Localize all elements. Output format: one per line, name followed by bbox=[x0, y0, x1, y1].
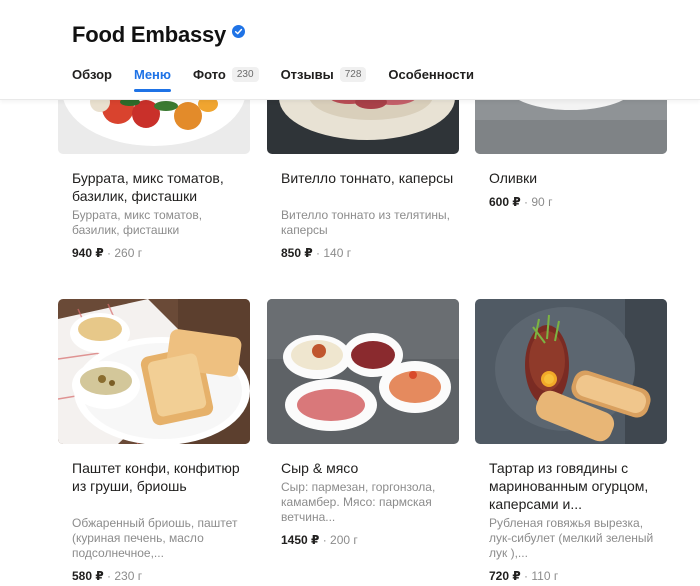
dish-weight: · 90 г bbox=[520, 195, 553, 209]
tab-label: Отзывы bbox=[280, 66, 334, 82]
tab-label: Обзор bbox=[72, 66, 112, 82]
dish-price: 1450 ₽ bbox=[281, 533, 320, 547]
title-row: Food Embassy bbox=[72, 22, 246, 48]
page-title: Food Embassy bbox=[72, 22, 227, 47]
dish-price-weight: 1450 ₽ · 200 г bbox=[281, 533, 358, 547]
tab-label: Меню bbox=[134, 66, 172, 82]
dish-price: 580 ₽ bbox=[72, 569, 104, 583]
active-tab-indicator bbox=[134, 89, 172, 92]
tab-features[interactable]: Особенности bbox=[388, 64, 474, 84]
tab-label: Фото bbox=[193, 66, 226, 82]
page-header: Food Embassy Обзор Меню Фото 230 Отзывы … bbox=[0, 0, 700, 100]
tab-bar: Обзор Меню Фото 230 Отзывы 728 Особеннос… bbox=[72, 64, 496, 92]
dish-price-weight: 580 ₽ · 230 г bbox=[72, 569, 142, 583]
dish-price: 940 ₽ bbox=[72, 246, 104, 260]
dish-price-weight: 940 ₽ · 260 г bbox=[72, 246, 142, 260]
dish-weight: · 230 г bbox=[103, 569, 143, 583]
dish-price: 850 ₽ bbox=[281, 246, 313, 260]
tab-reviews[interactable]: Отзывы 728 bbox=[281, 64, 367, 84]
dish-name[interactable]: Вителло тоннато, каперсы bbox=[281, 169, 456, 187]
tab-menu[interactable]: Меню bbox=[134, 64, 172, 92]
dish-price-weight: 720 ₽ · 110 г bbox=[489, 569, 558, 583]
dish-photo[interactable] bbox=[267, 299, 459, 444]
dish-description: Вителло тоннато из телятины, каперсы bbox=[281, 208, 451, 237]
dish-weight: · 140 г bbox=[312, 246, 352, 260]
dish-weight: · 200 г bbox=[319, 533, 358, 547]
tab-overview[interactable]: Обзор bbox=[72, 64, 112, 84]
dish-price: 720 ₽ bbox=[489, 569, 521, 583]
dish-description: Сыр: пармезан, горгонзола, камамбер. Мяс… bbox=[281, 480, 436, 524]
verified-icon bbox=[232, 24, 246, 38]
tab-count-badge: 728 bbox=[339, 66, 367, 82]
dish-name[interactable]: Оливки bbox=[489, 169, 664, 187]
dish-description: Рубленая говяжья вырезка, лук-сибулет (м… bbox=[489, 516, 654, 560]
dish-weight: · 110 г bbox=[520, 569, 559, 583]
tab-label: Особенности bbox=[388, 66, 474, 82]
dish-weight: · 260 г bbox=[103, 246, 143, 260]
tab-count-badge: 230 bbox=[231, 66, 259, 82]
dish-name[interactable]: Паштет конфи, конфитюр из груши, бриошь bbox=[72, 459, 247, 495]
dish-photo[interactable] bbox=[475, 299, 667, 444]
dish-name[interactable]: Буррата, микс томатов, базилик, фисташки bbox=[72, 169, 247, 205]
dish-name[interactable]: Сыр & мясо bbox=[281, 459, 456, 477]
tab-photos[interactable]: Фото 230 bbox=[193, 64, 259, 84]
dish-photo[interactable] bbox=[58, 299, 250, 444]
dish-description: Обжаренный бриошь, паштет (куриная печен… bbox=[72, 516, 238, 560]
dish-price-weight: 850 ₽ · 140 г bbox=[281, 246, 351, 260]
dish-price-weight: 600 ₽ · 90 г bbox=[489, 195, 552, 209]
dish-name[interactable]: Тартар из говядины с маринованным огурцо… bbox=[489, 459, 664, 513]
dish-price: 600 ₽ bbox=[489, 195, 521, 209]
dish-description: Буррата, микс томатов, базилик, фисташки bbox=[72, 208, 203, 237]
